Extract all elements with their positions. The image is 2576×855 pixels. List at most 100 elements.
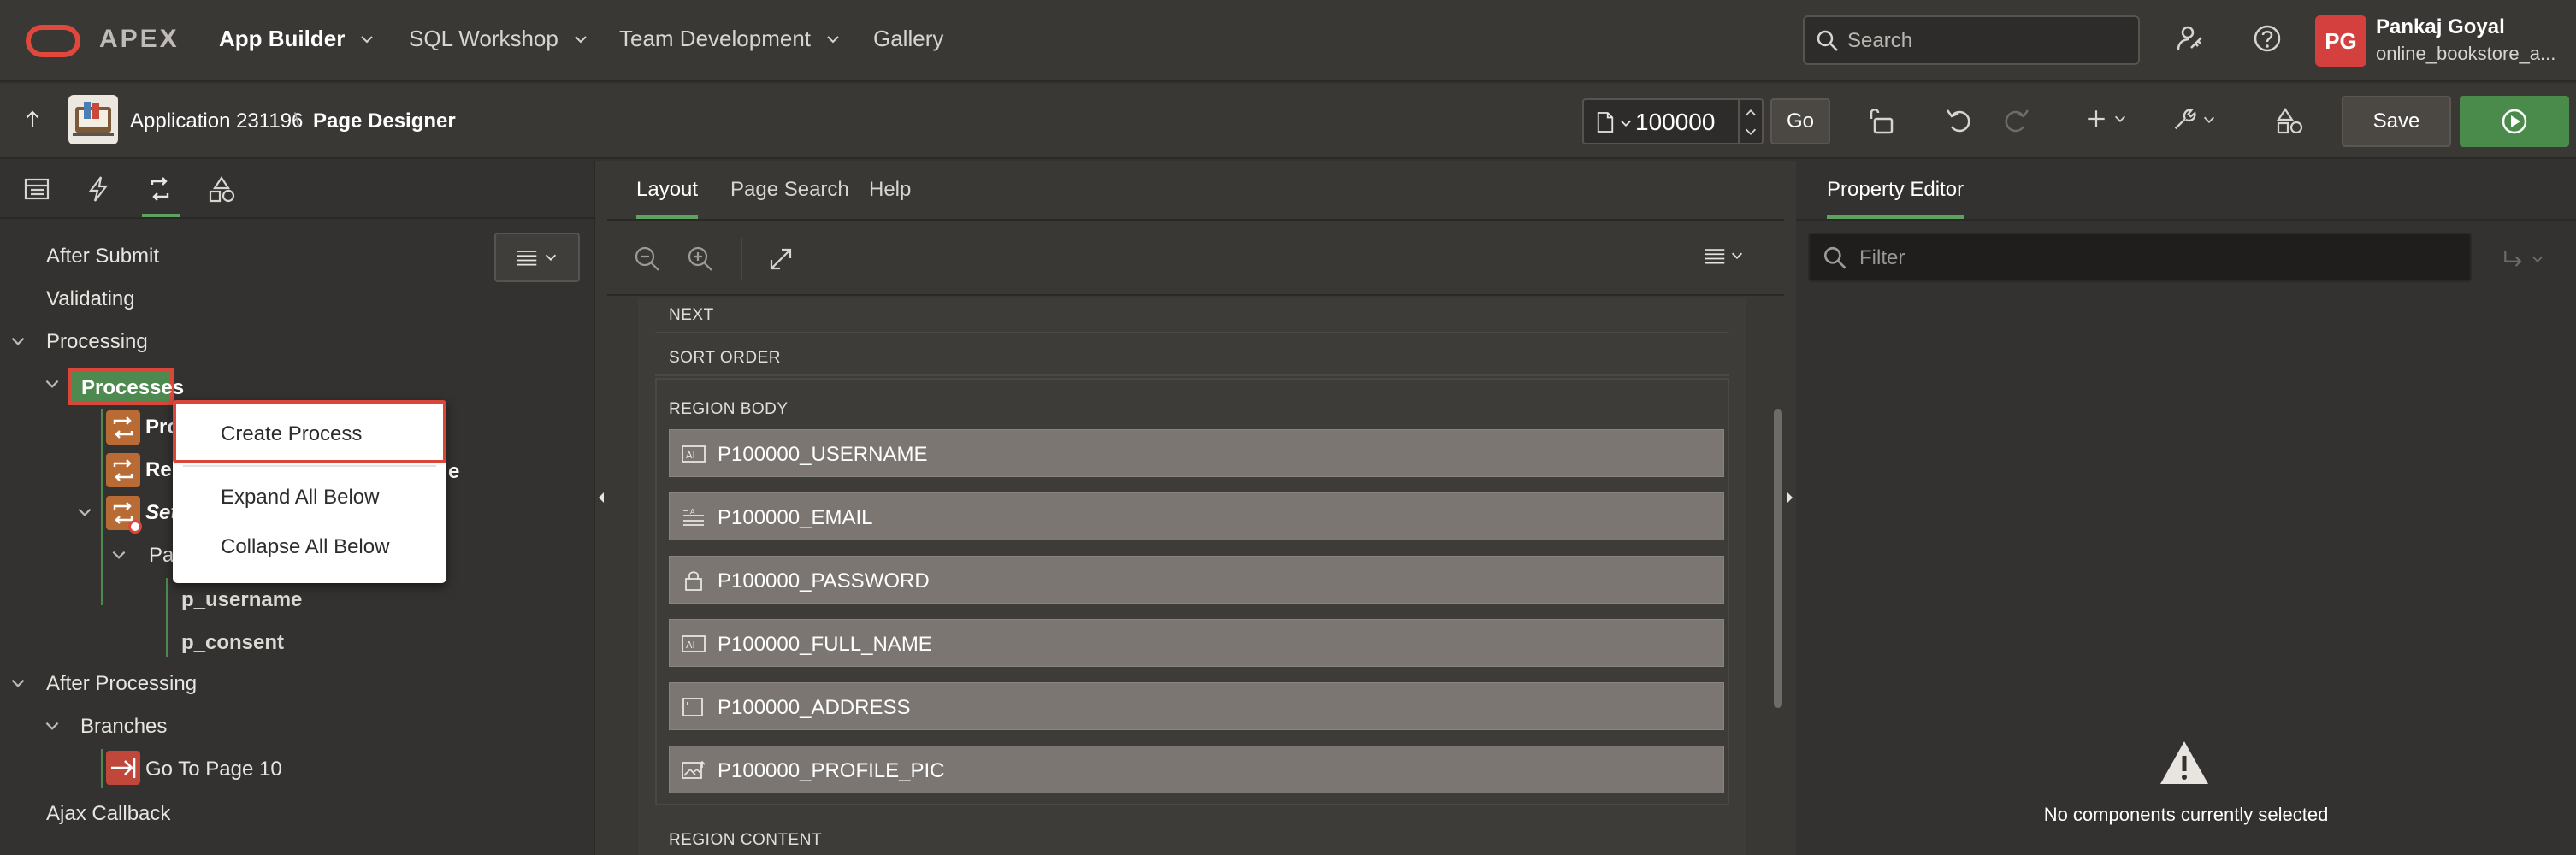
chevron-down-icon [2530,251,2545,267]
application-icon[interactable] [68,95,118,144]
page-item-row[interactable]: P100000_PASSWORD [669,556,1724,604]
left-splitter[interactable] [595,161,607,855]
chevron-down-icon[interactable] [9,332,29,352]
page-number-input[interactable] [1635,108,1728,137]
page-item-row[interactable]: AI P100000_USERNAME [669,429,1724,477]
tree-menu-button[interactable] [494,233,580,282]
breadcrumb-application[interactable]: Application 231196 [130,109,303,133]
nav-gallery[interactable]: Gallery [873,26,943,52]
tree-node-after-submit[interactable]: After Submit [46,245,159,268]
filter-input[interactable] [1859,245,2458,272]
chevron-down-icon[interactable] [43,716,63,737]
chevron-up-icon[interactable] [1743,105,1758,121]
tree-node-ajax-callback[interactable]: Ajax Callback [46,802,170,826]
tree-node-after-processing[interactable]: After Processing [46,672,197,696]
page-item-row[interactable]: A P100000_EMAIL [669,492,1724,540]
page-icon [1596,110,1615,134]
page-item-name: P100000_EMAIL [718,506,873,529]
tree-node-processing[interactable]: Processing [46,330,148,354]
right-splitter[interactable] [1784,161,1796,855]
text-field-icon: AI [682,444,706,464]
up-button[interactable] [21,108,44,132]
oracle-logo-icon[interactable] [26,25,80,57]
property-editor-panel: Property Editor No components currently … [1796,161,2576,855]
apex-brand[interactable]: APEX [99,25,180,54]
expand-button[interactable] [766,245,795,274]
position-sort-order[interactable]: SORT ORDER [669,349,781,368]
menu-item-expand-all-below[interactable]: Expand All Below [221,486,379,510]
page-item-row[interactable]: P100000_PROFILE_PIC [669,746,1724,793]
tree-node-parameters[interactable]: Pa [149,544,174,568]
layout-menu-button[interactable] [1704,246,1745,265]
page-designer-toolbar: Application 231196 \ Page Designer Go Sa… [0,84,2576,159]
nav-team-development[interactable]: Team Development [619,26,842,52]
run-page-button[interactable] [2460,96,2569,147]
tree-node-process-2-tail: e [448,460,460,483]
utilities-menu-button[interactable] [2171,106,2217,133]
undo-button[interactable] [1945,106,1974,135]
layout-canvas[interactable]: NEXT SORT ORDER REGION BODY AI P100000_U… [638,298,1746,855]
menu-lines-icon [516,248,538,267]
create-menu-button[interactable] [2083,106,2128,132]
breadcrumb-page-designer: Page Designer [313,109,456,133]
chevron-down-icon [543,250,558,265]
zoom-out-icon [633,245,662,274]
branch-icon [106,751,140,785]
page-item-name: P100000_ADDRESS [718,696,911,719]
position-region-content[interactable]: REGION CONTENT [669,831,822,850]
tab-shared-components[interactable] [207,174,241,209]
lock-page-button[interactable] [1868,106,1897,135]
user-workspace[interactable]: online_bookstore_a... [2376,43,2564,65]
tree-node-branch-go-to-page-10[interactable]: Go To Page 10 [145,758,282,781]
zoom-out-button[interactable] [633,245,662,274]
page-item-row[interactable]: P100000_ADDRESS [669,682,1724,730]
plus-icon [2083,106,2109,132]
go-button[interactable]: Go [1770,98,1830,144]
tab-rendering[interactable] [22,174,56,209]
top-navigation-bar: APEX App Builder SQL Workshop Team Devel… [0,0,2576,82]
save-button[interactable]: Save [2342,96,2451,147]
tree-node-param-consent[interactable]: p_consent [181,631,284,655]
chevron-down-icon[interactable] [43,374,63,395]
menu-item-collapse-all-below[interactable]: Collapse All Below [221,535,389,559]
go-to-group-button[interactable] [2501,246,2545,272]
user-key-icon [2176,24,2205,53]
page-number-selector[interactable] [1582,98,1764,144]
menu-item-create-process[interactable]: Create Process [221,422,362,446]
tab-page-search[interactable]: Page Search [730,178,849,202]
user-name[interactable]: Pankaj Goyal [2376,15,2505,39]
empty-state-message: No components currently selected [2043,804,2329,825]
tab-property-editor[interactable]: Property Editor [1827,178,1964,219]
redo-button[interactable] [2001,106,2030,135]
tab-help[interactable]: Help [869,178,911,202]
tree-node-branches[interactable]: Branches [80,715,167,739]
position-region-body[interactable]: REGION BODY [669,400,789,419]
position-next[interactable]: NEXT [669,306,714,325]
help-button[interactable] [2253,24,2282,53]
search-input[interactable] [1847,27,2121,55]
nav-app-builder[interactable]: App Builder [219,26,375,52]
shared-components-button[interactable] [2275,106,2304,135]
page-item-name: P100000_FULL_NAME [718,633,932,656]
tree-node-param-username[interactable]: p_username [181,588,302,612]
tab-processing[interactable] [142,174,180,217]
tree-node-validating[interactable]: Validating [46,287,135,311]
layout-scrollbar[interactable] [1774,409,1782,708]
error-badge-icon [128,520,142,534]
chevron-down-icon[interactable] [75,503,96,523]
administration-button[interactable] [2176,24,2205,53]
breadcrumb-separator: \ [294,109,300,133]
chevron-down-icon[interactable] [109,545,130,566]
chevron-down-icon[interactable] [1743,124,1758,139]
avatar[interactable]: PG [2315,15,2366,67]
tab-dynamic-actions[interactable] [84,174,118,209]
page-item-row[interactable]: AI P100000_FULL_NAME [669,619,1724,667]
zoom-in-button[interactable] [686,245,715,274]
chevron-down-icon [1729,248,1745,263]
tab-layout[interactable]: Layout [636,178,699,219]
tree-node-processes-selected[interactable]: Processes [68,368,184,405]
chevron-down-icon[interactable] [9,674,29,694]
nav-sql-workshop[interactable]: SQL Workshop [409,26,589,52]
global-search[interactable] [1803,15,2140,65]
property-filter[interactable] [1808,233,2472,282]
